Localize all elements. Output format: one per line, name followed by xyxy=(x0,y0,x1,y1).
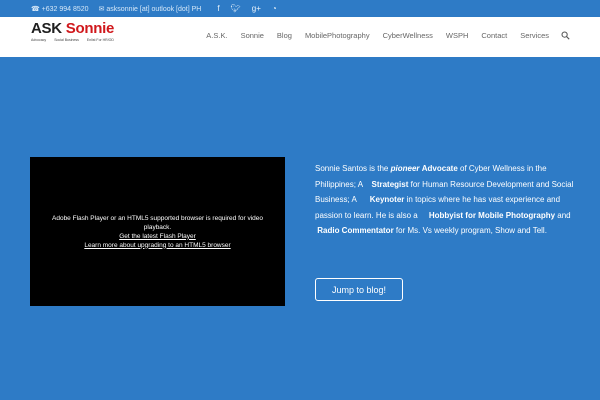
google-plus-icon[interactable]: g+ xyxy=(252,4,261,13)
intro-strategist: Strategist xyxy=(371,179,409,189)
nav-item-cyberwellness[interactable]: CyberWellness xyxy=(383,31,433,40)
logo-tag-1: Advocacy xyxy=(31,38,47,42)
intro-text-5: and xyxy=(555,210,571,220)
intro-keynoter: Keynoter xyxy=(369,195,405,204)
nav-item-services[interactable]: Services xyxy=(520,31,549,40)
logo-ask: ASK xyxy=(31,20,62,37)
video-unsupported-message: Adobe Flash Player or an HTML5 supported… xyxy=(52,214,263,231)
nav-item-sonnie[interactable]: Sonnie xyxy=(241,31,264,40)
nav-item-mobilephotography[interactable]: MobilePhotography xyxy=(305,31,370,40)
top-bar: ☎ +632 994 8520 ✉ asksonnie [at] outlook… xyxy=(0,0,600,17)
intro-commentator: Radio Commentator xyxy=(317,226,394,235)
social-links: f 🐦︎ g+ ◔ xyxy=(217,4,287,13)
nav-item-wsph[interactable]: WSPH xyxy=(446,31,469,40)
video-player[interactable]: Adobe Flash Player or an HTML5 supported… xyxy=(30,157,285,306)
contact-info: ☎ +632 994 8520 ✉ asksonnie [at] outlook… xyxy=(31,5,211,13)
flash-player-link[interactable]: Get the latest Flash Player xyxy=(119,232,196,241)
phone-number: ☎ +632 994 8520 xyxy=(31,5,89,13)
intro-paragraph: Sonnie Santos is the pioneer Advocate of… xyxy=(315,161,575,239)
logo-tag-3: Enlist For HR/OD xyxy=(86,38,114,42)
facebook-icon[interactable]: f xyxy=(217,4,219,13)
search-icon[interactable] xyxy=(561,31,570,40)
phone-text: +632 994 8520 xyxy=(41,5,89,13)
nav-item-contact[interactable]: Contact xyxy=(481,31,507,40)
twitter-icon[interactable]: 🐦︎ xyxy=(231,4,241,13)
site-logo[interactable]: ASK Sonnie Advocacy Social Business Enlis… xyxy=(31,20,122,42)
intro-text-6: for Ms. Vs weekly program, Show and Tell… xyxy=(393,226,547,235)
intro-pioneer: pioneer xyxy=(390,164,420,173)
email-text[interactable]: asksonnie [at] outlook [dot] PH xyxy=(106,6,201,13)
logo-sonnie: Sonnie xyxy=(65,20,115,37)
logo-wordmark: ASK Sonnie xyxy=(31,20,122,38)
jump-to-blog-button[interactable]: Jump to blog! xyxy=(315,278,403,301)
nav-item-blog[interactable]: Blog xyxy=(277,31,292,40)
intro-text-1: Sonnie Santos is the xyxy=(315,164,391,173)
logo-tag-2: Social Business xyxy=(54,38,79,42)
logo-tagline: Advocacy Social Business Enlist For HR/O… xyxy=(31,38,122,42)
site-header: ASK Sonnie Advocacy Social Business Enlis… xyxy=(0,17,600,57)
email-address[interactable]: ✉ asksonnie [at] outlook [dot] PH xyxy=(99,5,202,13)
main-nav: A.S.K. Sonnie Blog MobilePhotography Cyb… xyxy=(193,31,570,40)
intro-hobbyist: Hobbyist for Mobile Photography xyxy=(428,210,556,220)
rss-icon[interactable]: ◔ xyxy=(272,4,277,13)
nav-item-ask[interactable]: A.S.K. xyxy=(206,31,227,40)
html5-upgrade-link[interactable]: Learn more about upgrading to an HTML5 b… xyxy=(84,241,230,250)
intro-advocate: Advocate xyxy=(421,164,458,173)
hero-section: Adobe Flash Player or an HTML5 supported… xyxy=(0,57,600,400)
